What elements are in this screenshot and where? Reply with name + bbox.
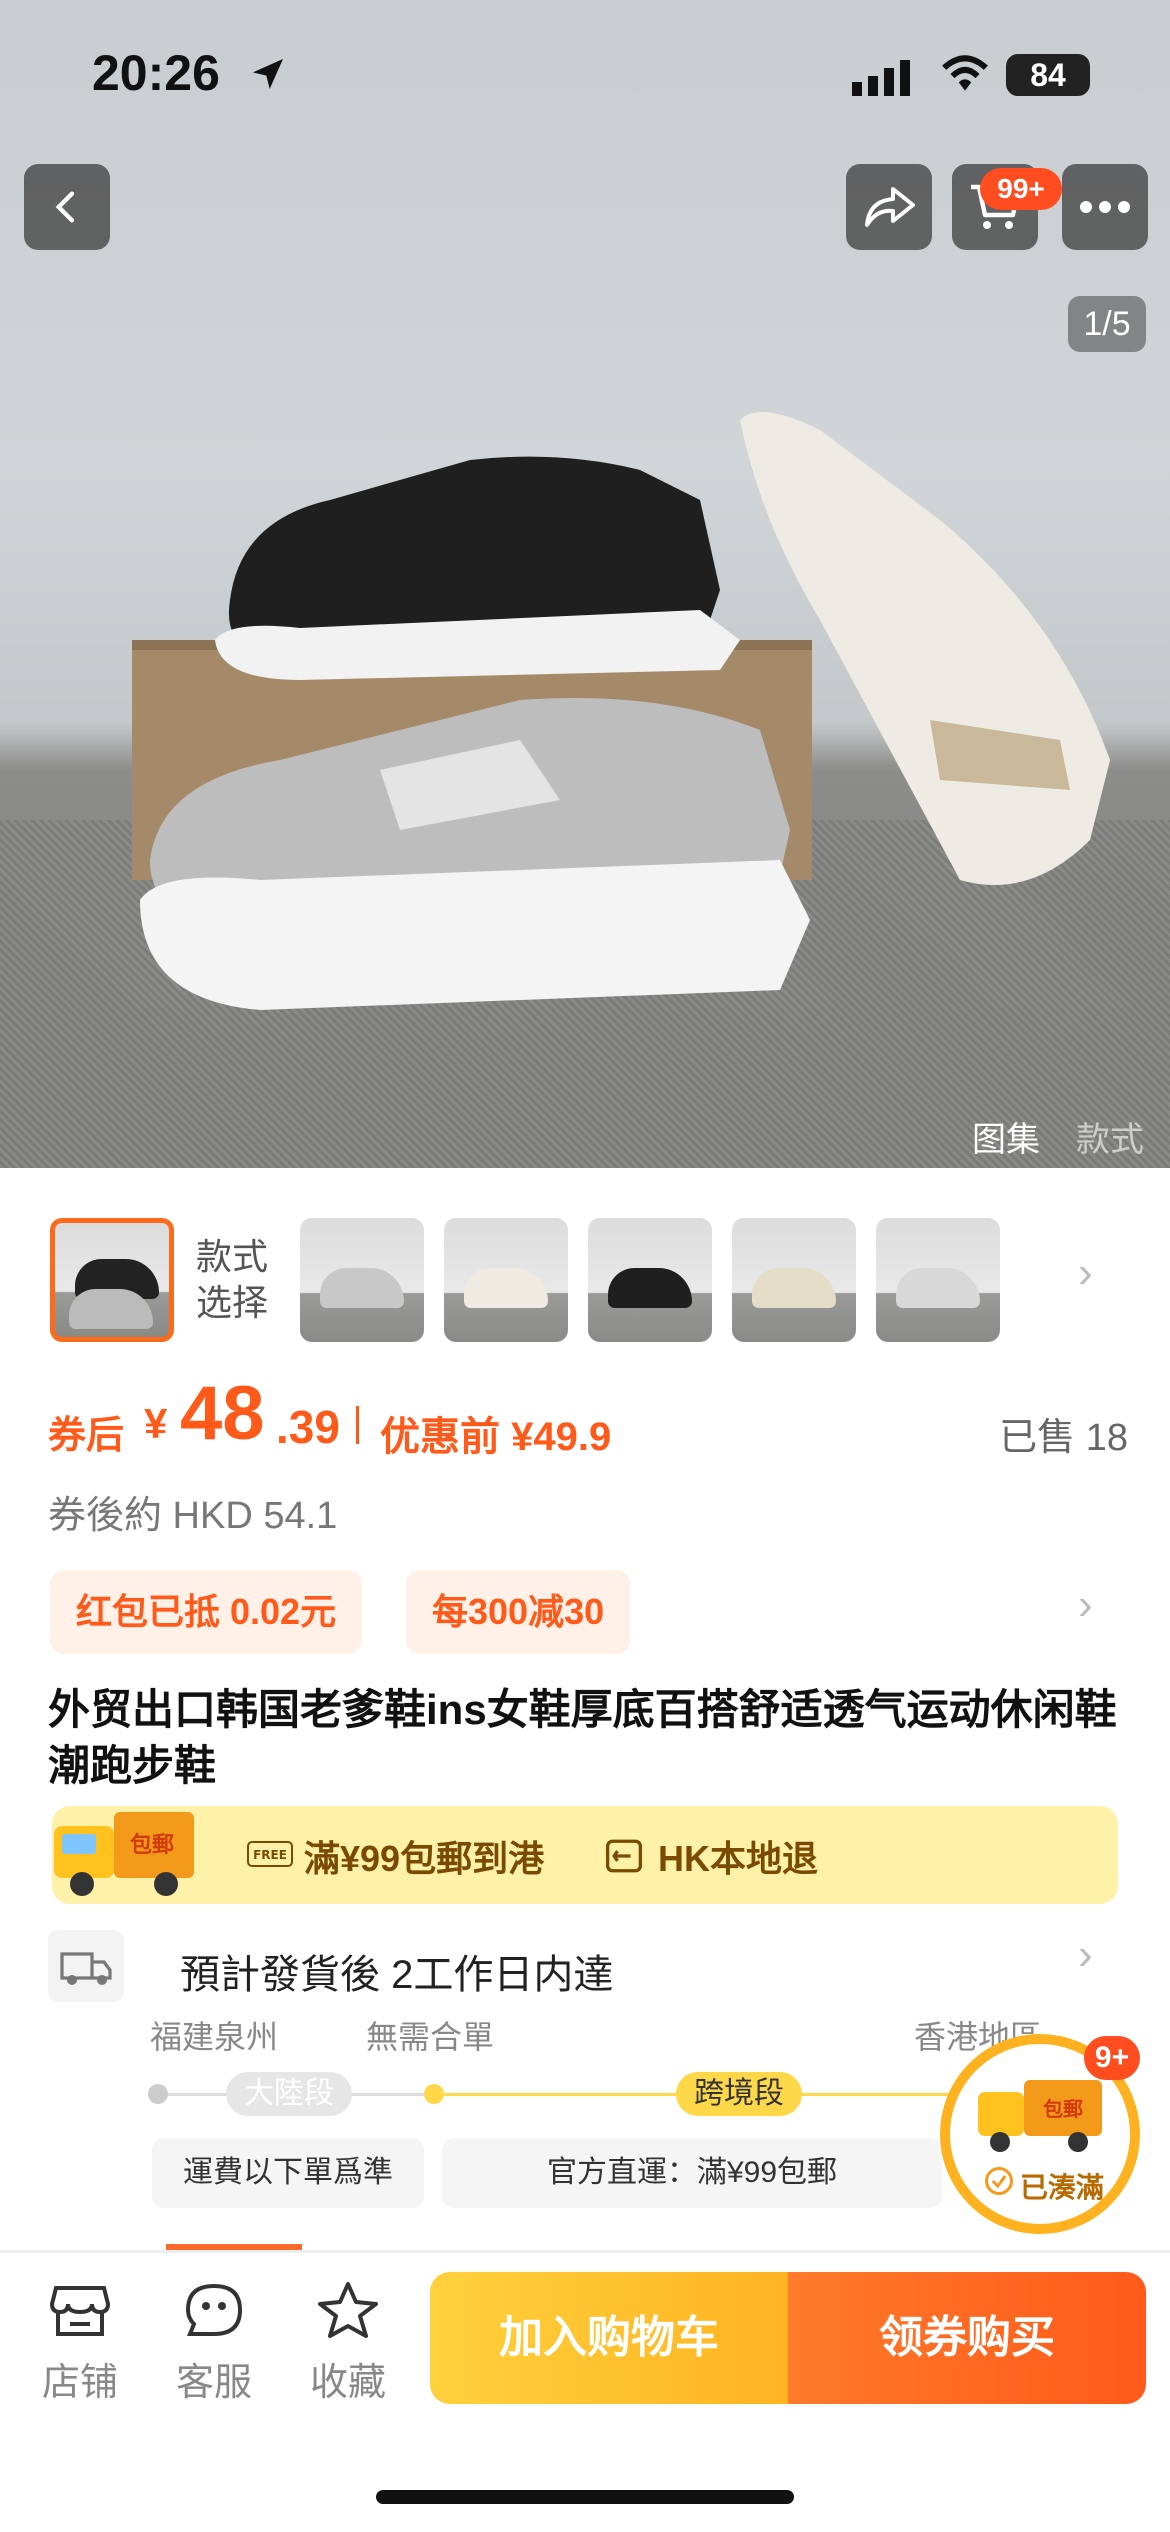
status-time: 20:26	[92, 45, 220, 101]
section-tab-indicator	[166, 2244, 302, 2250]
product-image[interactable]: 20:26 84 99+ 1/5 图集 款式	[0, 0, 1170, 1168]
fee-note-box: 運費以下單爲準	[152, 2138, 424, 2208]
shop-icon	[49, 2286, 111, 2336]
status-bar: 20:26 84	[0, 0, 1170, 150]
float-badge-status: 已湊滿	[1020, 2172, 1105, 2203]
style-tab[interactable]: 款式	[1076, 1112, 1144, 1161]
shipping-banner[interactable]	[52, 1806, 1118, 1904]
service-label: 客服	[175, 2362, 252, 2404]
delivery-truck-icon: 包郵	[54, 1812, 194, 1896]
price-row: 券后 ¥ 48 .39 优惠前 ¥49.9 已售 18	[48, 1370, 1128, 1460]
eta-text: 預計發貨後 2工作日内達	[180, 1953, 614, 1997]
favorite-button[interactable]: 收藏	[298, 2280, 398, 2406]
truck-outline-icon	[48, 1930, 124, 2002]
price-decimal: .39	[276, 1401, 340, 1453]
route-merge: 無需合單	[366, 2019, 495, 2055]
sold-count: 已售 18	[999, 1417, 1128, 1459]
eta-chevron-icon[interactable]: ›	[1078, 1930, 1093, 1980]
chevron-left-icon	[55, 191, 75, 223]
wifi-icon	[942, 55, 988, 91]
truck-label: 包郵	[130, 1832, 174, 1858]
route-dot-merge	[424, 2084, 444, 2104]
price-separator	[356, 1406, 359, 1444]
chat-face-icon	[185, 2283, 243, 2336]
thumbnail-5[interactable]	[732, 1218, 856, 1342]
svg-text:FREE: FREE	[253, 1848, 287, 1862]
favorite-label: 收藏	[309, 2362, 386, 2404]
shop-button[interactable]: 店铺	[30, 2280, 130, 2406]
hkd-price: 券後約 HKD 54.1	[48, 1495, 338, 1537]
cross-border-segment-pill: 跨境段	[676, 2072, 802, 2116]
price-before-discount: 优惠前 ¥49.9	[380, 1415, 612, 1459]
gallery-tab[interactable]: 图集	[972, 1112, 1040, 1161]
location-arrow-icon	[253, 59, 283, 89]
add-to-cart-button[interactable]: 加入购物车	[430, 2272, 788, 2404]
official-shipping-box: 官方直運：滿¥99包郵	[442, 2138, 942, 2208]
discount-promo[interactable]: 每300减30	[406, 1570, 631, 1654]
shop-label: 店铺	[41, 2362, 118, 2404]
style-select-label: 款式 选择	[196, 1236, 269, 1323]
share-icon	[865, 187, 915, 227]
thumbnail-4[interactable]	[588, 1218, 712, 1342]
more-button[interactable]	[1062, 164, 1148, 250]
price-prefix: 券后	[48, 1415, 125, 1457]
price-currency: ¥	[144, 1400, 168, 1447]
coupon-buy-button[interactable]: 领券购买	[788, 2272, 1146, 2404]
price-integer: 48	[180, 1371, 265, 1456]
cart-count-badge: 99+	[980, 168, 1062, 210]
thumbnail-2[interactable]	[300, 1218, 424, 1342]
thumbnail-1[interactable]	[50, 1218, 174, 1342]
float-badge-count: 9+	[1084, 2036, 1140, 2080]
share-button[interactable]	[846, 164, 932, 250]
more-dots-icon	[1080, 201, 1130, 213]
route-origin: 福建泉州	[150, 2019, 279, 2055]
chevron-right-icon[interactable]: ›	[1078, 1248, 1093, 1298]
return-icon	[606, 1839, 642, 1873]
battery-indicator: 84	[1006, 54, 1090, 96]
red-packet-promo[interactable]: 红包已抵 0.02元	[50, 1570, 363, 1654]
star-icon	[318, 2282, 378, 2338]
home-indicator[interactable]	[376, 2490, 794, 2504]
thumbnail-6[interactable]	[876, 1218, 1000, 1342]
customer-service-button[interactable]: 客服	[164, 2280, 264, 2406]
local-return-text: HK本地退	[658, 1838, 818, 1879]
style-thumbnails: 款式 选择 ›	[0, 1216, 1170, 1346]
route-dot-origin	[148, 2084, 168, 2104]
delivery-eta[interactable]: 預計發貨後 2工作日内達 ›	[48, 1926, 1128, 2006]
thumbnail-3[interactable]	[444, 1218, 568, 1342]
check-circle-icon	[985, 2167, 1013, 2195]
float-badge-label: 包郵	[1043, 2097, 1083, 2121]
divider	[0, 2250, 1170, 2253]
mini-truck-icon: 包郵	[978, 2080, 1102, 2152]
image-page-indicator: 1/5	[1068, 296, 1146, 352]
product-title: 外贸出口韩国老爹鞋ins女鞋厚底百搭舒适透气运动休闲鞋潮跑步鞋	[48, 1686, 1117, 1789]
mainland-segment-pill: 大陸段	[226, 2072, 352, 2116]
promo-chevron-icon[interactable]: ›	[1078, 1580, 1093, 1630]
free-shipping-text: 滿¥99包郵到港	[304, 1838, 545, 1879]
free-shipping-icon: FREE	[247, 1841, 293, 1867]
cellular-signal-icon	[852, 60, 910, 96]
back-button[interactable]	[24, 164, 110, 250]
